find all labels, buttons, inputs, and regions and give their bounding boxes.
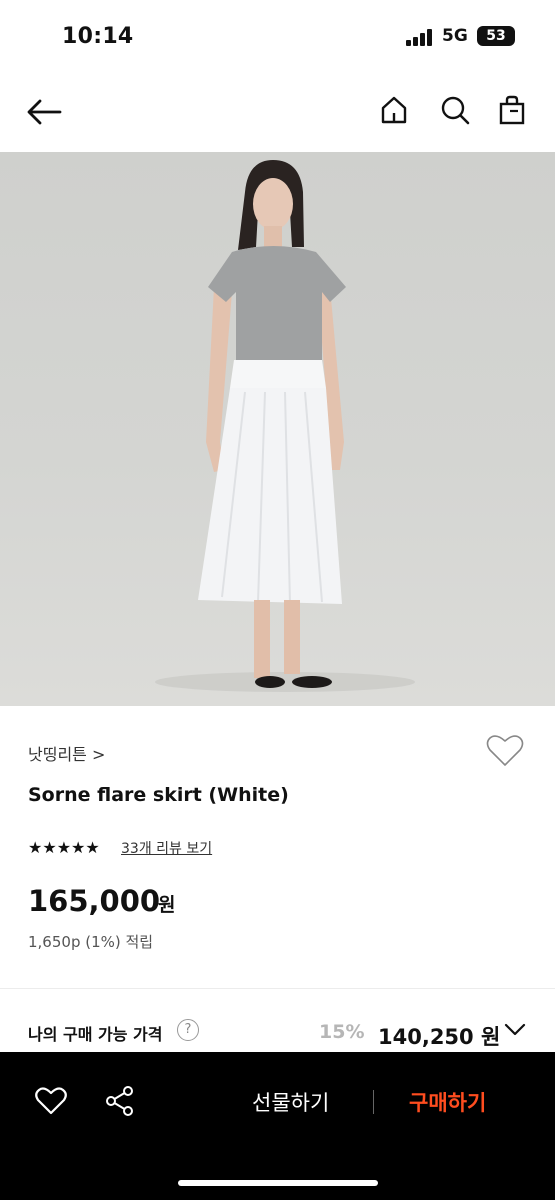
cart-button[interactable] (494, 92, 530, 128)
status-time: 10:14 (62, 24, 134, 49)
rating-stars: ★★★★★ (28, 838, 100, 857)
bottom-action-bar (0, 1052, 555, 1200)
heart-icon (35, 1087, 67, 1115)
top-nav (0, 72, 555, 152)
wishlist-button[interactable] (486, 734, 524, 772)
brand-link[interactable]: 낫띵리튼 > (28, 741, 105, 765)
product-price: 165,000 (28, 884, 161, 918)
arrow-left-icon (27, 99, 62, 125)
shopping-bag-icon (499, 95, 525, 125)
product-name: Sorne flare skirt (White) (28, 784, 289, 806)
reviews-link[interactable]: 33개 리뷰 보기 (121, 838, 212, 858)
my-price-value: 140,250 원 (378, 1025, 501, 1049)
home-indicator (178, 1180, 378, 1186)
search-button[interactable] (437, 92, 473, 128)
product-image[interactable] (0, 152, 555, 706)
button-separator (373, 1090, 374, 1114)
heart-icon (486, 735, 524, 766)
battery-icon: 53 (477, 26, 515, 46)
help-icon[interactable]: ? (177, 1019, 199, 1041)
buy-button[interactable]: 구매하기 (409, 1087, 486, 1117)
network-label: 5G (442, 26, 468, 46)
currency-label: 원 (158, 894, 176, 916)
discount-rate: 15% (319, 1021, 365, 1043)
back-button[interactable] (24, 92, 64, 132)
home-button[interactable] (376, 92, 412, 128)
divider (0, 988, 555, 989)
signal-icon (406, 28, 434, 46)
status-bar: 10:14 5G 53 (0, 0, 555, 72)
my-price-label: 나의 구매 가능 가격 (28, 1025, 163, 1044)
home-icon (381, 96, 407, 124)
share-icon (106, 1086, 133, 1116)
points-info: 1,650p (1%) 적립 (28, 933, 154, 951)
expand-price-button[interactable] (504, 1022, 526, 1041)
bottom-wishlist-button[interactable] (34, 1084, 68, 1118)
chevron-down-icon (504, 1023, 526, 1036)
model-illustration (155, 160, 415, 692)
search-icon (441, 96, 470, 125)
gift-button[interactable]: 선물하기 (252, 1087, 329, 1117)
share-button[interactable] (103, 1084, 137, 1118)
